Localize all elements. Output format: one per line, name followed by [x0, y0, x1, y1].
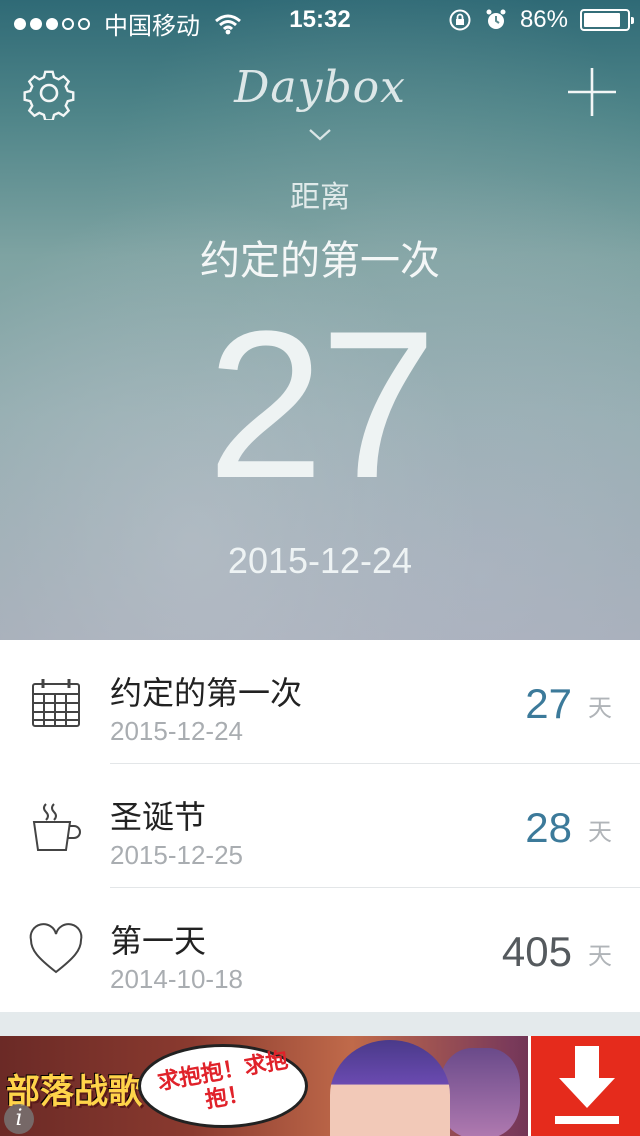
countdown-prefix: 距离: [290, 181, 350, 214]
event-date: 2014-10-18: [110, 964, 243, 994]
days-remaining: 27: [207, 287, 437, 522]
list-item[interactable]: 第一天 2014-10-18 405 天: [0, 888, 640, 1012]
list-item[interactable]: 圣诞节 2015-12-25 28 天: [0, 764, 640, 888]
event-day-count: 405: [501, 928, 572, 975]
hero-event-date: 2015-12-24: [227, 540, 413, 581]
event-day-count: 27: [525, 680, 572, 727]
event-title: 圣诞节: [110, 799, 207, 835]
calendar-icon: [32, 679, 80, 727]
ad-banner[interactable]: 部落战歌 求抱抱！求抱抱！ i: [0, 1036, 640, 1136]
heart-icon: [29, 923, 83, 974]
event-date: 2015-12-24: [110, 716, 243, 746]
download-arrow-icon: [555, 1046, 619, 1124]
hero-countdown[interactable]: 中国移动 15:32 86% Daybox 距离 约定的第一次 27 2015-…: [0, 0, 640, 640]
list-footer-strip: [0, 1012, 640, 1036]
hero-event-title: 约定的第一次: [200, 239, 440, 283]
ad-info-icon[interactable]: i: [4, 1104, 34, 1134]
day-unit: 天: [588, 819, 612, 846]
status-right: 86%: [448, 6, 634, 34]
battery-icon: [580, 9, 634, 31]
plus-icon[interactable]: [566, 66, 618, 118]
ad-character-image: [330, 1040, 450, 1136]
event-date: 2015-12-25: [110, 840, 243, 870]
list-item[interactable]: 约定的第一次 2015-12-24 27 天: [0, 640, 640, 764]
battery-fill: [584, 13, 621, 27]
day-unit: 天: [588, 695, 612, 722]
rotation-lock-icon: [449, 9, 471, 31]
event-title: 第一天: [110, 923, 207, 959]
event-day-count: 28: [525, 804, 572, 851]
day-unit: 天: [588, 943, 612, 970]
coffee-cup-icon: [32, 803, 81, 851]
alarm-icon: [486, 9, 506, 29]
event-title: 约定的第一次: [110, 675, 303, 711]
app-logo: Daybox: [234, 62, 406, 113]
event-list: 约定的第一次 2015-12-24 27 天 圣诞节 2015-12-25 28…: [0, 640, 640, 1012]
chevron-down-icon[interactable]: [308, 128, 332, 142]
status-bar: 中国移动 15:32 86%: [0, 0, 640, 40]
battery-percent: 86%: [519, 6, 568, 33]
ad-character-image: [440, 1048, 520, 1136]
ad-download-button[interactable]: [528, 1036, 640, 1136]
